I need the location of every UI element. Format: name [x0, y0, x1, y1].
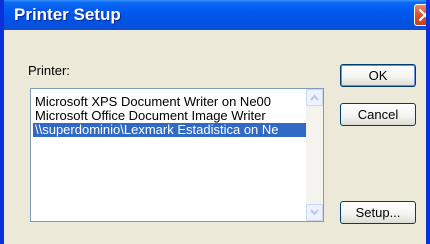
setup-button[interactable]: Setup... — [340, 201, 416, 224]
close-icon — [419, 9, 426, 21]
title-bar[interactable]: Printer Setup — [4, 0, 426, 30]
list-item-selected[interactable]: \\superdominio\Lexmark Estadistica on Ne — [33, 123, 309, 137]
scroll-down-button[interactable] — [306, 204, 323, 221]
cancel-button[interactable]: Cancel — [340, 103, 416, 126]
printer-listbox[interactable]: Microsoft XPS Document Writer on Ne00 Mi… — [30, 88, 324, 222]
window-title: Printer Setup — [14, 5, 121, 24]
chevron-up-icon — [310, 94, 319, 101]
printer-setup-dialog: Printer Setup Printer: Microsoft XPS Doc… — [0, 0, 430, 244]
vertical-scrollbar[interactable] — [306, 89, 323, 221]
ok-button[interactable]: OK — [340, 64, 416, 87]
scroll-up-button[interactable] — [306, 89, 323, 106]
close-button[interactable] — [414, 4, 426, 26]
chevron-down-icon — [310, 209, 319, 216]
list-item[interactable]: Microsoft Office Document Image Writer — [33, 109, 309, 123]
list-item[interactable]: Microsoft XPS Document Writer on Ne00 — [33, 95, 309, 109]
printer-label: Printer: — [28, 63, 70, 78]
